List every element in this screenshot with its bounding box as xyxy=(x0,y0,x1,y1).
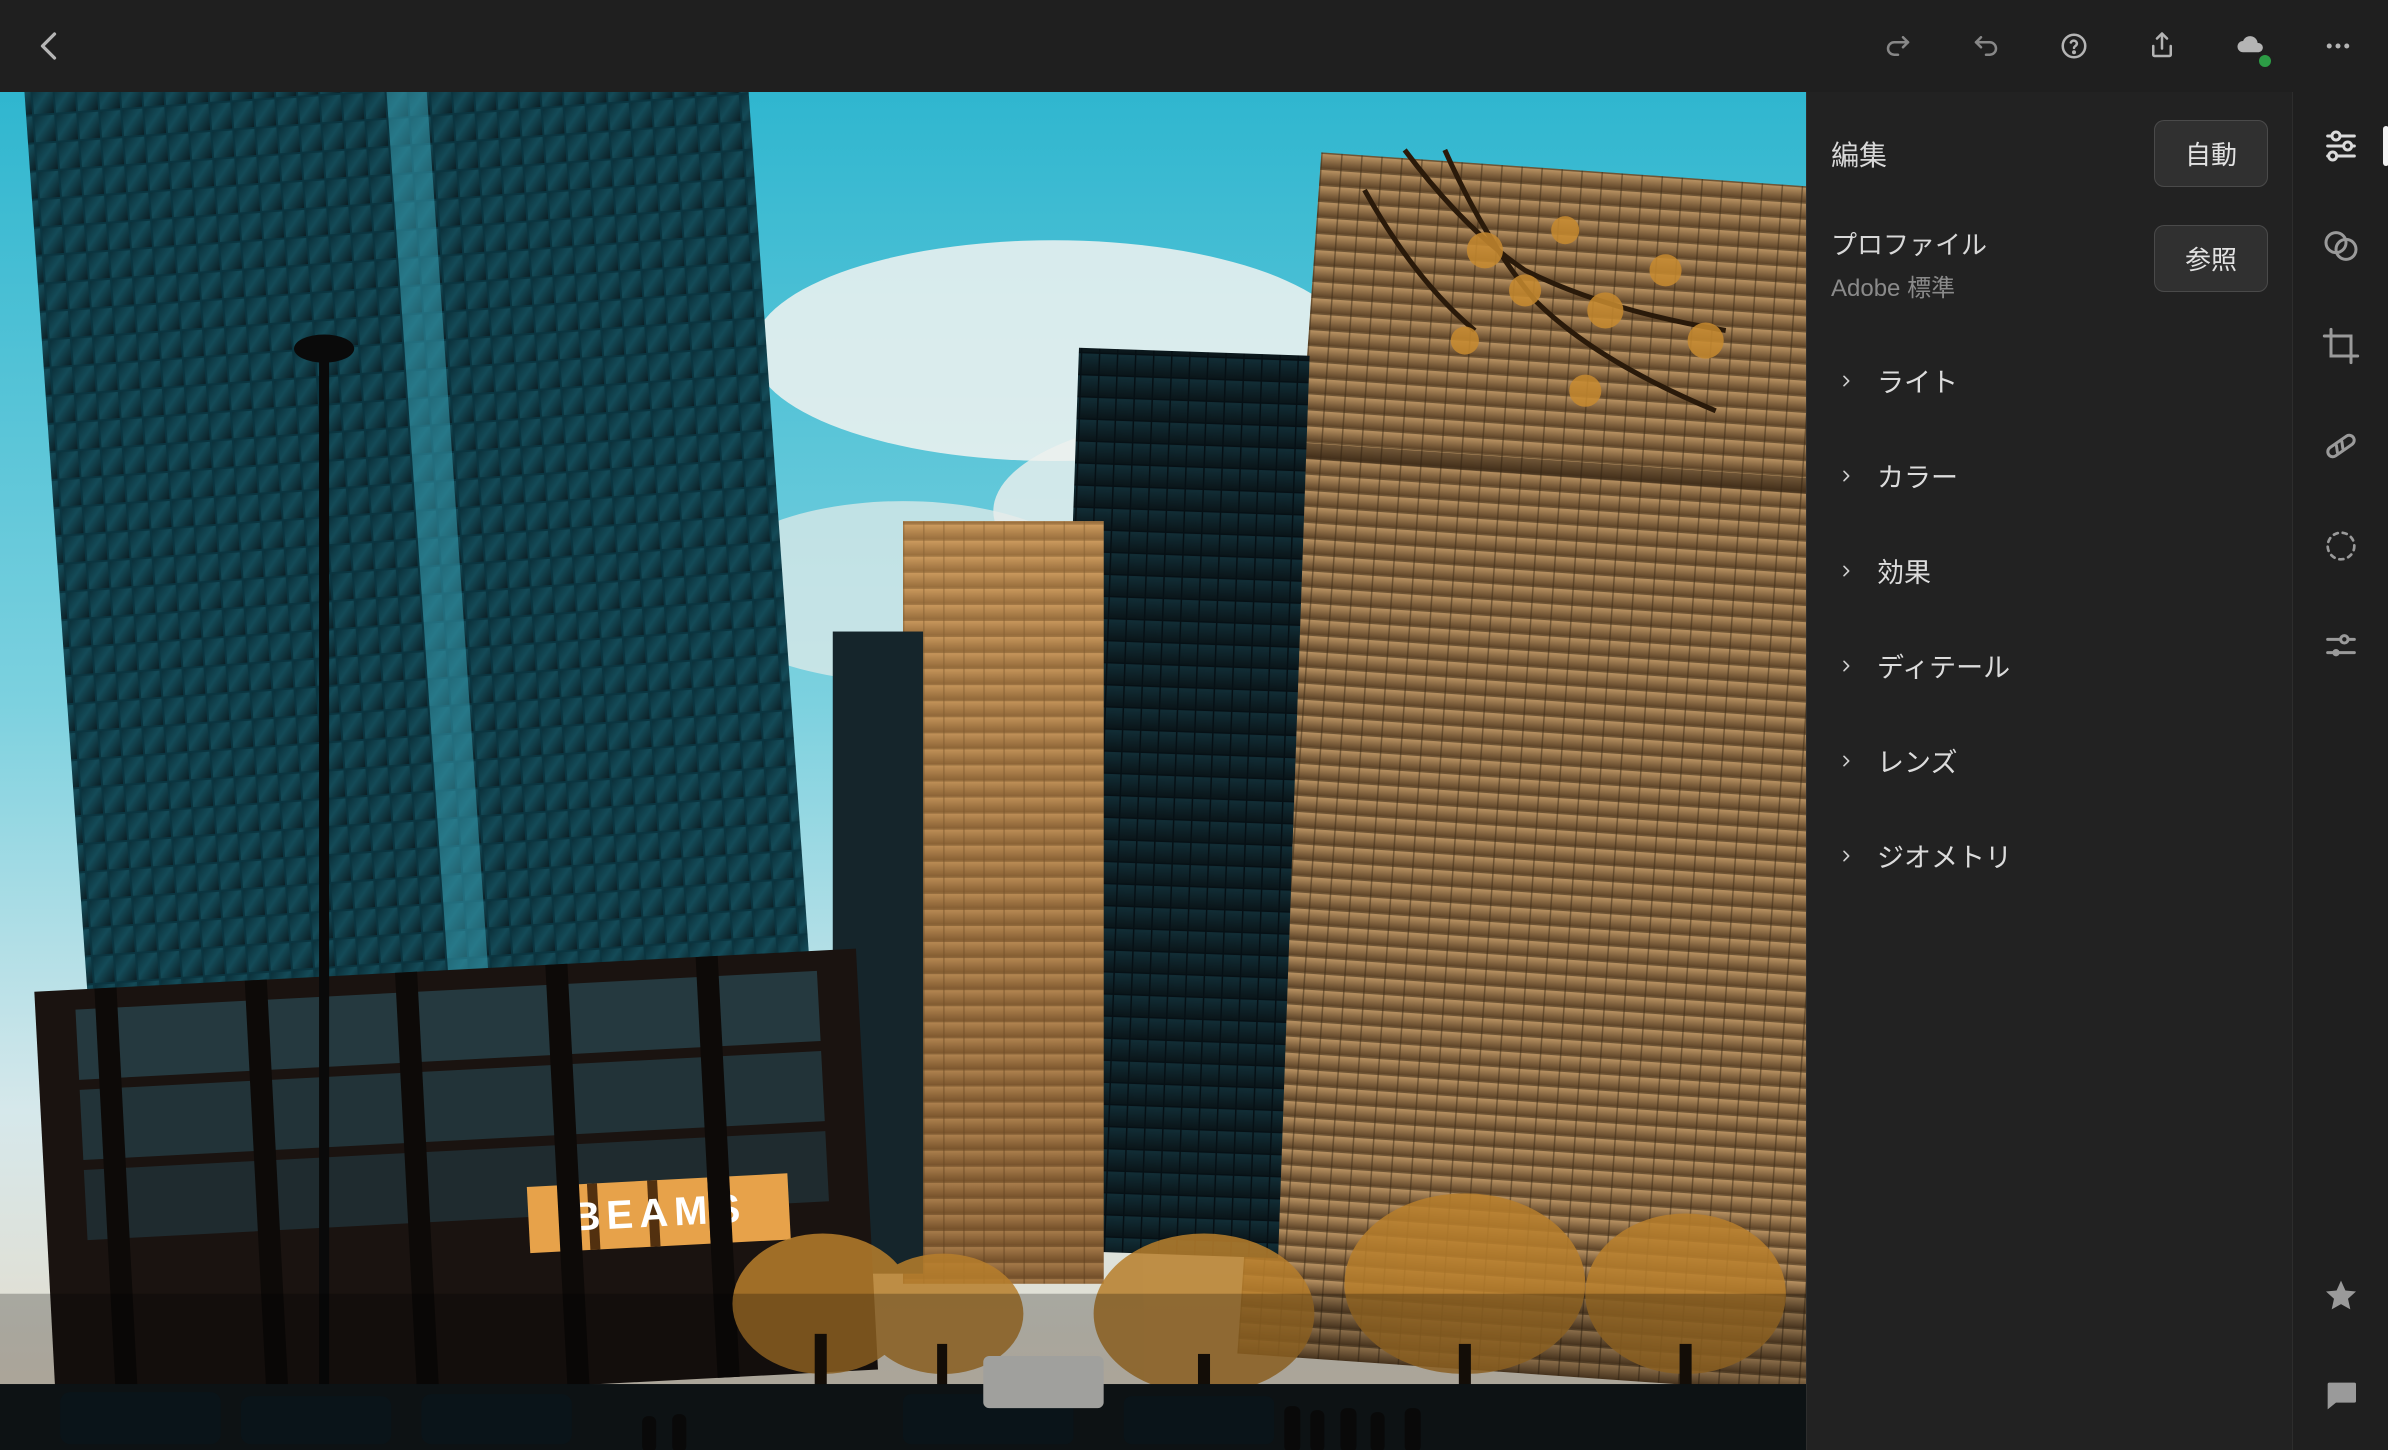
section-lens[interactable]: レンズ xyxy=(1831,713,2268,808)
chevron-right-icon xyxy=(1837,372,1855,390)
section-label: カラー xyxy=(1877,456,1958,495)
edited-photo: BEAMS xyxy=(0,92,1806,1450)
share-button[interactable] xyxy=(2140,24,2184,68)
chevron-right-icon xyxy=(1837,467,1855,485)
section-label: レンズ xyxy=(1877,741,1957,780)
profile-title: プロファイル xyxy=(1831,225,1987,262)
comment-tool[interactable] xyxy=(2313,1368,2369,1424)
chevron-right-icon xyxy=(1837,657,1855,675)
section-label: ディテール xyxy=(1877,646,2010,685)
heal-tool[interactable] xyxy=(2313,418,2369,474)
top-bar xyxy=(0,0,2388,92)
section-label: 効果 xyxy=(1877,551,1931,590)
section-detail[interactable]: ディテール xyxy=(1831,618,2268,713)
profile-value: Adobe 標準 xyxy=(1831,268,1987,303)
section-label: ジオメトリ xyxy=(1877,836,2012,875)
section-label: ライト xyxy=(1877,361,1958,400)
section-geometry[interactable]: ジオメトリ xyxy=(1831,808,2268,903)
edit-panel: 編集 自動 プロファイル Adobe 標準 参照 ライト カラー xyxy=(1806,92,2292,1450)
browse-profiles-button[interactable]: 参照 xyxy=(2154,225,2268,292)
section-color[interactable]: カラー xyxy=(1831,428,2268,523)
rate-tool[interactable] xyxy=(2313,1268,2369,1324)
presets-tool[interactable] xyxy=(2313,218,2369,274)
panel-title: 編集 xyxy=(1831,134,1887,174)
help-button[interactable] xyxy=(2052,24,2096,68)
sync-ok-badge xyxy=(2256,52,2274,70)
photo-canvas-area[interactable]: BEAMS xyxy=(0,92,1806,1450)
redo-button[interactable] xyxy=(1876,24,1920,68)
section-light[interactable]: ライト xyxy=(1831,333,2268,428)
chevron-right-icon xyxy=(1837,752,1855,770)
back-button[interactable] xyxy=(28,24,72,68)
undo-button[interactable] xyxy=(1964,24,2008,68)
crop-tool[interactable] xyxy=(2313,318,2369,374)
cloud-sync-button[interactable] xyxy=(2228,24,2272,68)
chevron-right-icon xyxy=(1837,562,1855,580)
mask-tool[interactable] xyxy=(2313,518,2369,574)
more-button[interactable] xyxy=(2316,24,2360,68)
versions-tool[interactable] xyxy=(2313,618,2369,674)
edit-sections: ライト カラー 効果 ディテール レンズ xyxy=(1831,333,2268,903)
tool-strip xyxy=(2292,92,2388,1450)
auto-button[interactable]: 自動 xyxy=(2154,120,2268,187)
chevron-right-icon xyxy=(1837,847,1855,865)
section-effects[interactable]: 効果 xyxy=(1831,523,2268,618)
adjust-tool[interactable] xyxy=(2313,118,2369,174)
